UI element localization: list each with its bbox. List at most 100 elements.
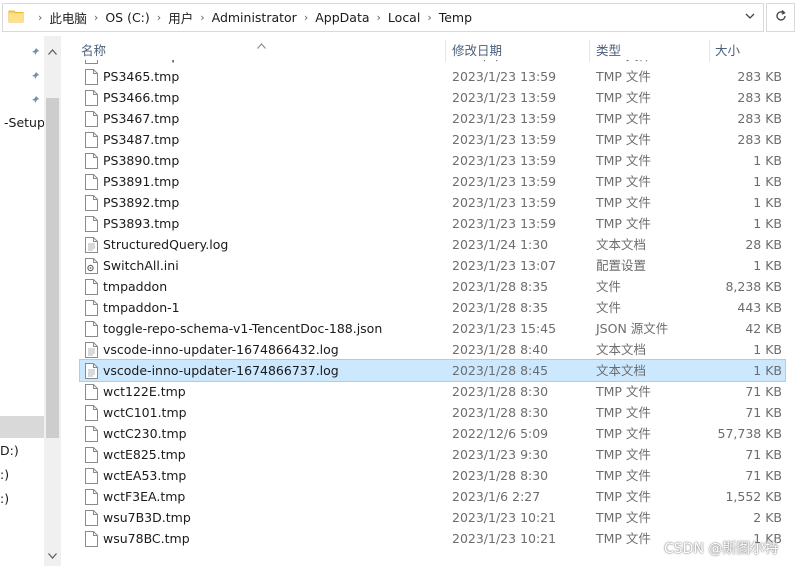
file-icon — [85, 321, 98, 337]
scroll-down-icon[interactable] — [48, 548, 57, 559]
file-row[interactable]: SwitchAll.ini 2023/1/23 13:07 配置设置 1 KB — [80, 255, 785, 276]
file-type: TMP 文件 — [596, 447, 651, 462]
file-row[interactable]: StructuredQuery.log 2023/1/24 1:30 文本文档 28 … — [80, 234, 785, 255]
file-icon — [85, 384, 98, 400]
file-date: 2023/1/23 10:21 — [452, 531, 557, 546]
nav-scrollbar-thumb[interactable] — [46, 98, 59, 438]
file-size: 283 KB — [737, 69, 782, 84]
column-divider[interactable] — [445, 40, 446, 62]
file-name: wctF3EA.tmp — [103, 489, 186, 504]
breadcrumb-item[interactable]: OS (C:) — [105, 10, 149, 25]
breadcrumb-item[interactable]: AppData — [315, 10, 369, 25]
scroll-up-icon[interactable] — [48, 44, 57, 55]
file-row[interactable]: PS3466.tmp 2023/1/23 13:59 TMP 文件 283 KB — [80, 87, 785, 108]
nav-item-setups[interactable]: -Setups — [4, 115, 44, 130]
file-type: TMP 文件 — [596, 426, 651, 441]
file-row[interactable]: vscode-inno-updater-1674866432.log 2023/1… — [80, 339, 785, 360]
file-size: 1,552 KB — [725, 489, 782, 504]
file-row[interactable]: PS3467.tmp 2023/1/23 13:59 TMP 文件 283 KB — [80, 108, 785, 129]
file-name: SwitchAll.ini — [103, 258, 179, 273]
breadcrumb-chevron-icon[interactable]: › — [31, 11, 49, 24]
breadcrumb-chevron-icon[interactable]: › — [87, 11, 105, 24]
file-row[interactable]: wctE825.tmp 2023/1/23 9:30 TMP 文件 71 KB — [80, 444, 785, 465]
file-date: 2023/1/23 13:07 — [452, 258, 557, 273]
file-name: StructuredQuery.log — [103, 237, 229, 252]
file-date: 2023/1/23 13:59 — [452, 153, 557, 168]
column-divider[interactable] — [589, 40, 590, 62]
file-size: 71 KB — [745, 405, 782, 420]
file-name: wctE825.tmp — [103, 447, 186, 462]
column-date[interactable]: 修改日期 — [452, 36, 502, 60]
file-row[interactable]: wctC230.tmp 2022/12/6 5:09 TMP 文件 57,738 KB — [80, 423, 785, 444]
nav-selected-item[interactable] — [0, 416, 44, 438]
nav-scrollbar[interactable] — [44, 36, 61, 566]
file-size: 57,738 KB — [717, 426, 782, 441]
breadcrumb-chevron-icon[interactable]: › — [150, 11, 168, 24]
breadcrumb-chevron-icon[interactable]: › — [370, 11, 388, 24]
file-row[interactable]: PS3893.tmp 2023/1/23 13:59 TMP 文件 1 KB — [80, 213, 785, 234]
breadcrumb-item[interactable]: Administrator — [212, 10, 297, 25]
file-row[interactable]: PS3487.tmp 2023/1/23 13:59 TMP 文件 283 KB — [80, 129, 785, 150]
breadcrumb-chevron-icon[interactable]: › — [420, 11, 438, 24]
settings-file-icon — [85, 258, 98, 274]
pin-icon[interactable] — [30, 94, 40, 104]
file-size: 42 KB — [745, 321, 782, 336]
file-type: TMP 文件 — [596, 384, 651, 399]
file-row[interactable]: wctF3EA.tmp 2023/1/6 2:27 TMP 文件 1,552 KB — [80, 486, 785, 507]
nav-item-drive[interactable]: :) — [0, 467, 9, 482]
breadcrumb-item[interactable]: Temp — [439, 10, 472, 25]
pin-icon[interactable] — [30, 70, 40, 80]
file-date: 2023/1/23 13:59 — [452, 174, 557, 189]
file-icon — [85, 489, 98, 505]
file-date: 2023/1/28 8:35 — [452, 300, 549, 315]
file-name: PS3465.tmp — [103, 69, 180, 84]
nav-item-drive[interactable]: :) — [0, 491, 9, 506]
file-date: 2023/1/6 2:27 — [452, 489, 541, 504]
file-size: 28 KB — [745, 237, 782, 252]
chevron-down-icon[interactable] — [744, 10, 756, 22]
breadcrumb-item[interactable]: Local — [388, 10, 420, 25]
column-divider[interactable] — [709, 40, 710, 62]
file-row[interactable]: PS3890.tmp 2023/1/23 13:59 TMP 文件 1 KB — [80, 150, 785, 171]
file-row[interactable]: tmpaddon 2023/1/28 8:35 文件 8,238 KB — [80, 276, 785, 297]
file-row[interactable]: tmpaddon-1 2023/1/28 8:35 文件 443 KB — [80, 297, 785, 318]
refresh-button[interactable] — [766, 3, 795, 32]
breadcrumb-item[interactable]: 此电脑 — [49, 8, 87, 27]
breadcrumb-item[interactable]: 用户 — [168, 8, 193, 27]
breadcrumb-chevron-icon[interactable]: › — [297, 11, 315, 24]
column-type[interactable]: 类型 — [596, 36, 621, 60]
file-row[interactable]: wsu7B3D.tmp 2023/1/23 10:21 TMP 文件 2 KB — [80, 507, 785, 528]
file-row-selected[interactable]: vscode-inno-updater-1674866737.log 2023/1… — [79, 359, 786, 382]
file-row[interactable]: wctEA53.tmp 2023/1/28 8:30 TMP 文件 71 KB — [80, 465, 785, 486]
nav-item-drive[interactable]: D:) — [0, 443, 19, 458]
file-date: 2023/1/23 13:59 — [452, 216, 557, 231]
column-name[interactable]: 名称 — [81, 36, 106, 60]
address-box[interactable]: › 此电脑 › OS (C:) › 用户 › Administrator › AppData › Lo… — [2, 3, 764, 32]
file-row[interactable]: PS3891.tmp 2023/1/23 13:59 TMP 文件 1 KB — [80, 171, 785, 192]
file-size: 1 KB — [753, 216, 782, 231]
file-row[interactable]: wctC101.tmp 2023/1/28 8:30 TMP 文件 71 KB — [80, 402, 785, 423]
file-name: wctEA53.tmp — [103, 468, 187, 483]
file-icon — [85, 111, 98, 127]
folder-icon — [8, 9, 24, 23]
column-size[interactable]: 大小 — [715, 36, 740, 60]
file-row[interactable]: toggle-repo-schema-v1-TencentDoc-188.jso… — [80, 318, 785, 339]
sort-ascending-icon — [257, 38, 266, 49]
file-size: 1 KB — [753, 174, 782, 189]
file-row[interactable]: wct122E.tmp 2023/1/28 8:30 TMP 文件 71 KB — [80, 381, 785, 402]
file-icon — [85, 510, 98, 526]
file-icon — [85, 405, 98, 421]
file-size: 71 KB — [745, 447, 782, 462]
file-type: 文件 — [596, 279, 622, 294]
file-type: 配置设置 — [596, 258, 647, 273]
file-row[interactable]: PS3892.tmp 2023/1/23 13:59 TMP 文件 1 KB — [80, 192, 785, 213]
file-name: vscode-inno-updater-1674866737.log — [103, 363, 339, 378]
breadcrumb-chevron-icon[interactable]: › — [193, 11, 211, 24]
file-type: TMP 文件 — [596, 510, 651, 525]
text-file-icon — [85, 363, 98, 379]
file-name: toggle-repo-schema-v1-TencentDoc-188.jso… — [103, 321, 383, 336]
file-type: TMP 文件 — [596, 405, 651, 420]
pin-icon[interactable] — [30, 46, 40, 56]
file-type: TMP 文件 — [596, 90, 651, 105]
file-row[interactable]: PS3465.tmp 2023/1/23 13:59 TMP 文件 283 KB — [80, 66, 785, 87]
